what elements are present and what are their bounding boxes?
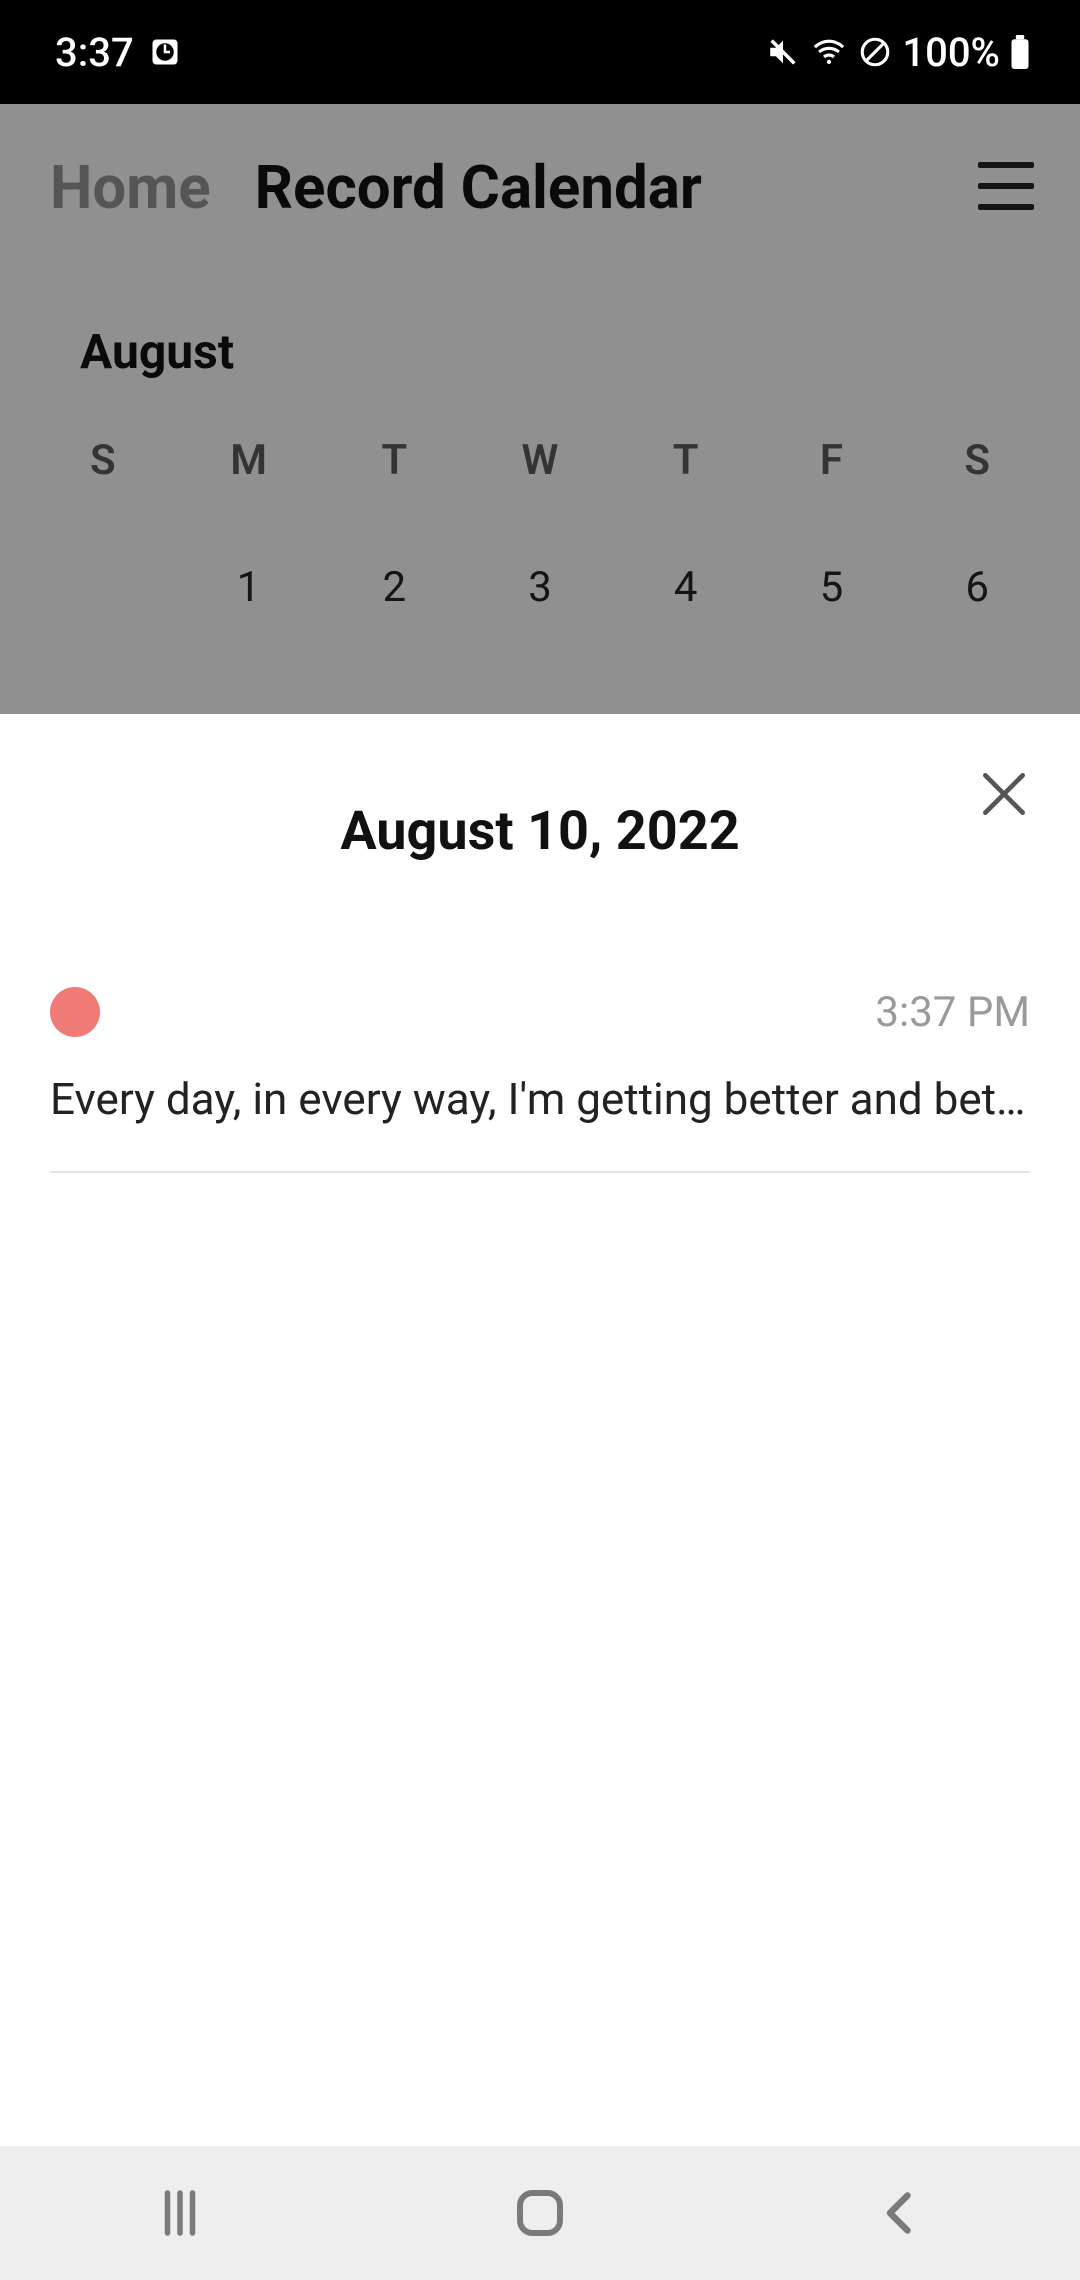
sheet-title: August 10, 2022: [0, 800, 1080, 863]
dow: M: [176, 436, 322, 485]
dow: W: [467, 436, 613, 485]
calendar-day[interactable]: [30, 563, 176, 612]
calendar-day[interactable]: 4: [613, 563, 759, 612]
dow: S: [30, 436, 176, 485]
calendar-day[interactable]: 3: [467, 563, 613, 612]
calendar-day[interactable]: 5: [759, 563, 905, 612]
wifi-icon: [810, 35, 848, 69]
entry-text: Every day, in every way, I'm getting bet…: [50, 1073, 1030, 1125]
system-nav-bar: [0, 2146, 1080, 2280]
close-button[interactable]: [976, 766, 1032, 822]
calendar-day[interactable]: 6: [904, 563, 1050, 612]
home-button[interactable]: [500, 2183, 580, 2243]
record-dot-icon: [50, 987, 100, 1037]
dow: F: [759, 436, 905, 485]
background-dimmed: Home Record Calendar August S M T W T F …: [0, 104, 1080, 714]
back-button[interactable]: [860, 2183, 940, 2243]
tab-home[interactable]: Home: [50, 152, 211, 223]
dow: T: [613, 436, 759, 485]
dow: T: [321, 436, 467, 485]
day-detail-sheet: August 10, 2022 3:37 PM Every day, in ev…: [0, 714, 1080, 2146]
clock-icon: [150, 37, 180, 67]
no-data-icon: [858, 35, 892, 69]
entry-time: 3:37 PM: [875, 988, 1030, 1037]
record-entry[interactable]: 3:37 PM Every day, in every way, I'm get…: [0, 863, 1080, 1173]
calendar-day[interactable]: 1: [176, 563, 322, 612]
month-label: August: [80, 323, 1030, 380]
tab-record-calendar[interactable]: Record Calendar: [255, 152, 702, 223]
calendar-row: 1 2 3 4 5 6: [30, 563, 1050, 612]
dow: S: [904, 436, 1050, 485]
mute-icon: [766, 35, 800, 69]
weekday-header: S M T W T F S: [30, 436, 1050, 485]
menu-icon[interactable]: [978, 162, 1034, 210]
battery-icon: [1010, 35, 1030, 69]
status-time: 3:37: [55, 29, 134, 76]
recents-button[interactable]: [140, 2183, 220, 2243]
divider: [50, 1171, 1030, 1173]
battery-percent: 100%: [902, 29, 1000, 76]
status-bar: 3:37 100%: [0, 0, 1080, 104]
calendar-day[interactable]: 2: [321, 563, 467, 612]
